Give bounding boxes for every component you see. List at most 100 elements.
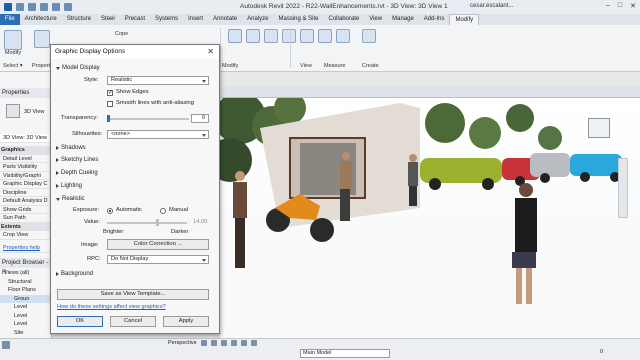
- revit-logo-icon[interactable]: [4, 3, 12, 11]
- section-model-display[interactable]: Model Display: [56, 65, 100, 71]
- sun-path-icon[interactable]: [210, 340, 217, 346]
- crop-icon[interactable]: [240, 340, 247, 346]
- exposure-value-slider-thumb[interactable]: [156, 219, 159, 226]
- section-background[interactable]: Background: [56, 271, 93, 277]
- properties-help-text[interactable]: Properties help: [3, 245, 40, 251]
- select-dropdown[interactable]: Select ▾: [3, 63, 23, 69]
- tab-manage[interactable]: Manage: [387, 14, 419, 25]
- apply-button[interactable]: Apply: [163, 316, 209, 327]
- exposure-value-slider[interactable]: [107, 222, 187, 224]
- property-row[interactable]: Parts Visibility: [0, 163, 52, 172]
- cancel-button[interactable]: Cancel: [110, 316, 156, 327]
- property-row[interactable]: Graphic Display C: [0, 180, 52, 189]
- browser-item[interactable]: Groun: [0, 294, 52, 303]
- property-category[interactable]: Graphics: [0, 146, 52, 155]
- browser-item[interactable]: Level: [0, 303, 52, 312]
- modify-button[interactable]: Modify: [4, 30, 22, 56]
- ribbon-separator: [220, 28, 221, 68]
- ok-button[interactable]: OK: [57, 316, 103, 327]
- property-row[interactable]: Show Grids: [0, 206, 52, 214]
- section-depth-cueing[interactable]: Depth Cueing: [56, 170, 98, 176]
- silhouettes-dropdown[interactable]: <none>: [107, 130, 209, 139]
- section-lighting[interactable]: Lighting: [56, 183, 82, 189]
- align-icon[interactable]: [228, 29, 242, 43]
- browser-item[interactable]: Views (all): [0, 269, 52, 278]
- tab-file[interactable]: File: [0, 14, 20, 25]
- transparency-slider-thumb[interactable]: [107, 115, 110, 122]
- tab-annotate[interactable]: Annotate: [208, 14, 242, 25]
- property-row[interactable]: Discipline: [0, 189, 52, 197]
- tab-structure[interactable]: Structure: [62, 14, 96, 25]
- property-category[interactable]: Extents: [0, 222, 52, 231]
- car-blue: [570, 154, 622, 182]
- close-icon[interactable]: ✕: [630, 2, 636, 10]
- offset-icon[interactable]: [246, 29, 260, 43]
- navigation-bar[interactable]: [618, 158, 628, 218]
- copy-icon[interactable]: [300, 29, 314, 43]
- view-selector-dropdown[interactable]: 3D View: 3D View: [0, 134, 52, 143]
- property-row[interactable]: Detail Level: [0, 155, 52, 163]
- trim-icon[interactable]: [336, 29, 350, 43]
- tab-modify[interactable]: Modify: [449, 14, 480, 25]
- open-icon[interactable]: [16, 3, 24, 11]
- section-shadows[interactable]: Shadows: [56, 145, 86, 151]
- user-name[interactable]: cesar.escalant...: [470, 3, 513, 9]
- minimize-icon[interactable]: –: [606, 2, 610, 10]
- browser-item[interactable]: Structural: [0, 278, 52, 287]
- smooth-lines-checkbox[interactable]: [107, 101, 113, 107]
- property-row[interactable]: Crop View: [0, 231, 52, 240]
- transparency-input[interactable]: 0: [191, 114, 209, 123]
- tab-collaborate[interactable]: Collaborate: [324, 14, 365, 25]
- worksets-icon[interactable]: [2, 341, 10, 349]
- mirror-icon[interactable]: [264, 29, 278, 43]
- exposure-manual-radio[interactable]: [160, 208, 166, 214]
- temporary-hide-icon[interactable]: [250, 340, 257, 346]
- section-sketchy-lines[interactable]: Sketchy Lines: [56, 157, 98, 163]
- section-realistic[interactable]: Realistic: [56, 196, 85, 202]
- tab-systems[interactable]: Systems: [150, 14, 183, 25]
- help-link[interactable]: How do these settings affect view graphi…: [57, 304, 166, 310]
- style-dropdown[interactable]: Realistic: [107, 76, 209, 85]
- browser-item[interactable]: Level: [0, 320, 52, 329]
- browser-item[interactable]: Level: [0, 312, 52, 321]
- shadows-icon[interactable]: [220, 340, 227, 346]
- property-row[interactable]: Sun Path: [0, 214, 52, 223]
- chevron-down-icon: [202, 79, 206, 83]
- tab-architecture[interactable]: Architecture: [20, 14, 62, 25]
- rpc-value: Do Not Display: [111, 256, 149, 262]
- browser-item[interactable]: Site: [0, 329, 52, 338]
- dialog-close-button[interactable]: ✕: [207, 47, 214, 56]
- tab-precast[interactable]: Precast: [120, 14, 150, 25]
- save-as-view-template-button[interactable]: Save as View Template...: [57, 289, 209, 300]
- tab-view[interactable]: View: [364, 14, 387, 25]
- 3d-viewport[interactable]: [220, 98, 640, 338]
- exposure-automatic-radio[interactable]: [107, 208, 113, 214]
- rendering-icon[interactable]: [230, 340, 237, 346]
- tab-steel[interactable]: Steel: [96, 14, 120, 25]
- property-row[interactable]: Default Analysis D: [0, 197, 52, 206]
- color-correction-button[interactable]: Color Correction ...: [107, 239, 209, 250]
- visual-style-icon[interactable]: [200, 340, 207, 346]
- cope-label[interactable]: Cope: [115, 31, 128, 37]
- tab-massing-site[interactable]: Massing & Site: [273, 14, 323, 25]
- transparency-slider[interactable]: [107, 118, 189, 120]
- save-icon[interactable]: [28, 3, 36, 11]
- redo-icon[interactable]: [52, 3, 60, 11]
- undo-icon[interactable]: [40, 3, 48, 11]
- property-row[interactable]: Visibility/Graphi: [0, 172, 52, 180]
- create-assembly-icon[interactable]: [362, 29, 376, 43]
- browser-item[interactable]: Floor Plans: [0, 286, 52, 295]
- tab-insert[interactable]: Insert: [183, 14, 208, 25]
- tab-add-ins[interactable]: Add-Ins: [419, 14, 450, 25]
- maximize-icon[interactable]: □: [618, 2, 622, 10]
- tab-analyze[interactable]: Analyze: [242, 14, 273, 25]
- properties-help-link[interactable]: Properties help: [0, 244, 52, 253]
- show-edges-checkbox[interactable]: ✓: [107, 90, 113, 96]
- active-workset-dropdown[interactable]: Main Model: [300, 349, 390, 358]
- print-icon[interactable]: [64, 3, 72, 11]
- properties-button[interactable]: [34, 30, 50, 48]
- rpc-dropdown[interactable]: Do Not Display: [107, 255, 209, 264]
- viewcube-icon[interactable]: [588, 118, 610, 138]
- rotate-icon[interactable]: [318, 29, 332, 43]
- move-icon[interactable]: [282, 29, 296, 43]
